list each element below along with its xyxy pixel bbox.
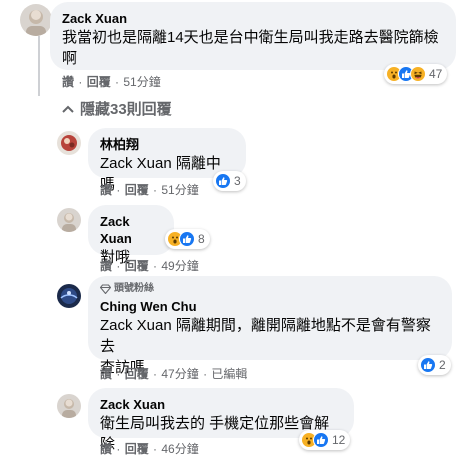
reply-timestamp[interactable]: 46分鐘 xyxy=(161,442,198,456)
reply-text-line1: Zack Xuan 隔離期間，離開隔離地點不是會有警察去 xyxy=(100,317,431,355)
like-button[interactable]: 讚 xyxy=(100,442,112,456)
reply-button[interactable]: 回覆 xyxy=(125,259,149,273)
diamond-icon xyxy=(100,283,111,294)
reply-timestamp[interactable]: 49分鐘 xyxy=(161,259,198,273)
reply-button[interactable]: 回覆 xyxy=(125,442,149,456)
reaction-count: 3 xyxy=(234,174,241,188)
comment-text-line1: 我當初也是隔離14天也是台中衛生局叫我走路去醫院篩檢 xyxy=(62,29,439,46)
reaction-summary[interactable]: 8 xyxy=(165,229,210,249)
reply-author[interactable]: 林柏翔 xyxy=(100,136,234,153)
like-button[interactable]: 讚 xyxy=(100,183,112,197)
comment-timestamp[interactable]: 51分鐘 xyxy=(123,75,160,89)
reply-timestamp[interactable]: 51分鐘 xyxy=(161,183,198,197)
reply-button[interactable]: 回覆 xyxy=(87,75,111,89)
reply-timestamp[interactable]: 47分鐘 xyxy=(161,367,198,381)
reply-actions: 讚 · 回覆 · 49分鐘 xyxy=(100,259,199,273)
reaction-summary[interactable]: 47 xyxy=(384,64,448,84)
reaction-count: 8 xyxy=(198,232,205,246)
edited-label[interactable]: 已編輯 xyxy=(211,367,247,381)
reply-actions: 讚 · 回覆 · 47分鐘 · 已編輯 xyxy=(100,367,248,381)
reaction-summary[interactable]: 3 xyxy=(213,171,246,191)
reaction-summary[interactable]: 12 xyxy=(299,430,351,450)
reaction-count: 2 xyxy=(439,358,446,372)
avatar[interactable] xyxy=(57,394,81,418)
reply-author[interactable]: Zack Xuan xyxy=(100,396,342,413)
comment-bubble: Zack Xuan 我當初也是隔離14天也是台中衛生局叫我走路去醫院篩檢 啊 xyxy=(50,2,456,70)
like-icon xyxy=(420,357,436,373)
hide-replies-label: 隱藏33則回覆 xyxy=(80,101,172,118)
reaction-summary[interactable]: 2 xyxy=(418,355,451,375)
reply-bubble: Zack Xuan 對哦 xyxy=(88,205,174,266)
like-icon xyxy=(179,231,195,247)
avatar[interactable] xyxy=(20,4,52,36)
reply-author[interactable]: Ching Wen Chu xyxy=(100,298,440,315)
like-button[interactable]: 讚 xyxy=(100,259,112,273)
reaction-count: 12 xyxy=(332,433,346,447)
reply-actions: 讚 · 回覆 · 51分鐘 xyxy=(100,183,199,197)
reply-button[interactable]: 回覆 xyxy=(125,367,149,381)
haha-icon xyxy=(410,66,426,82)
thread-line xyxy=(38,36,40,96)
comment-actions: 讚 · 回覆 · 51分鐘 xyxy=(62,75,161,89)
like-icon xyxy=(313,432,329,448)
reply-author[interactable]: Zack Xuan xyxy=(100,213,162,247)
like-button[interactable]: 讚 xyxy=(100,367,112,381)
reaction-count: 47 xyxy=(429,67,443,81)
reply-actions: 讚 · 回覆 · 46分鐘 xyxy=(100,442,199,456)
hide-replies-button[interactable]: 隱藏33則回覆 xyxy=(62,98,172,119)
reply-button[interactable]: 回覆 xyxy=(125,183,149,197)
top-fan-badge[interactable]: 頭號粉絲 xyxy=(100,282,440,295)
avatar[interactable] xyxy=(57,284,81,308)
reply-bubble: 頭號粉絲 Ching Wen Chu Zack Xuan 隔離期間，離開隔離地點… xyxy=(88,276,452,376)
avatar[interactable] xyxy=(57,131,81,155)
comment-author[interactable]: Zack Xuan xyxy=(62,10,444,27)
like-button[interactable]: 讚 xyxy=(62,75,74,89)
chevron-up-icon xyxy=(62,105,74,113)
avatar[interactable] xyxy=(57,208,81,232)
like-icon xyxy=(215,173,231,189)
badge-label: 頭號粉絲 xyxy=(114,283,154,294)
